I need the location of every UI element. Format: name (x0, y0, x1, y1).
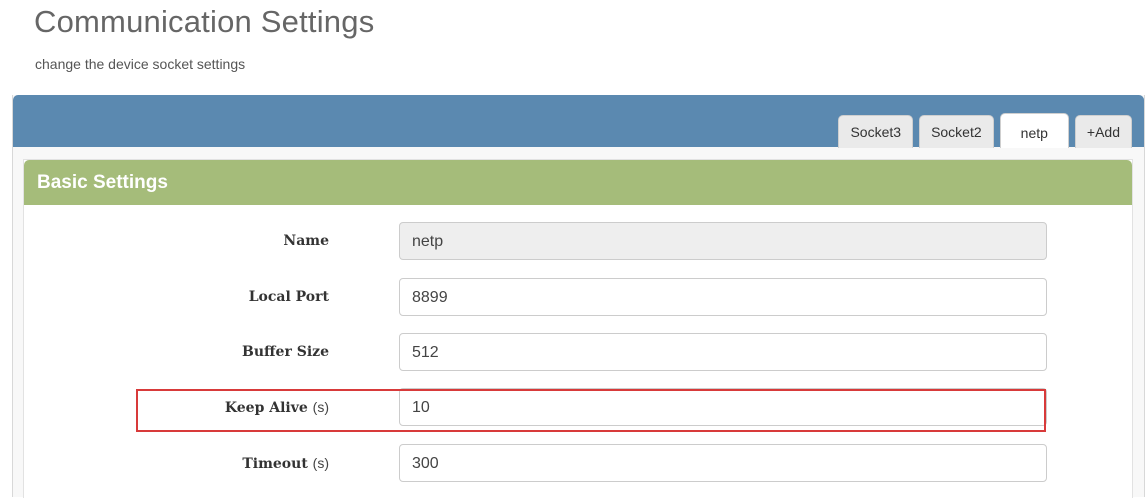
form-row-buffer-size: Buffer Size 512 (24, 333, 1132, 373)
settings-panel: Socket3 Socket2 netp +Add Basic Settings… (12, 95, 1145, 498)
name-label: Name (24, 222, 329, 260)
page-subtitle: change the device socket settings (35, 56, 246, 72)
tab-add[interactable]: +Add (1074, 115, 1132, 148)
buffer-size-label: Buffer Size (24, 333, 329, 371)
tab-socket2[interactable]: Socket2 (919, 115, 994, 148)
buffer-size-label-text: Buffer Size (242, 344, 329, 360)
keep-alive-label: Keep Alive (s) (24, 388, 329, 427)
form-row-name: Name netp (24, 222, 1132, 262)
name-field: netp (399, 222, 1047, 260)
form-row-local-port: Local Port 8899 (24, 278, 1132, 318)
keep-alive-field[interactable]: 10 (399, 388, 1047, 426)
local-port-label-text: Local Port (248, 289, 329, 305)
form-row-keep-alive: Keep Alive (s) 10 (24, 388, 1132, 428)
tab-netp[interactable]: netp (999, 113, 1069, 148)
timeout-field[interactable]: 300 (399, 444, 1047, 482)
keep-alive-label-text: Keep Alive (224, 400, 308, 416)
timeout-label: Timeout (s) (24, 444, 329, 483)
section-title: Basic Settings (24, 160, 1132, 205)
socket-tabs: Socket3 Socket2 netp +Add (832, 113, 1132, 148)
keep-alive-unit: (s) (312, 399, 329, 415)
panel-header: Socket3 Socket2 netp +Add (13, 95, 1144, 148)
timeout-label-text: Timeout (242, 456, 308, 472)
local-port-field[interactable]: 8899 (399, 278, 1047, 316)
tab-socket3[interactable]: Socket3 (838, 115, 914, 148)
local-port-label: Local Port (24, 278, 329, 316)
timeout-unit: (s) (312, 455, 329, 471)
form-row-timeout: Timeout (s) 300 (24, 444, 1132, 484)
buffer-size-field[interactable]: 512 (399, 333, 1047, 371)
basic-settings-section: Basic Settings Name netp Local Port 8899… (23, 159, 1133, 498)
name-label-text: Name (283, 233, 329, 249)
page-title: Communication Settings (34, 4, 375, 39)
